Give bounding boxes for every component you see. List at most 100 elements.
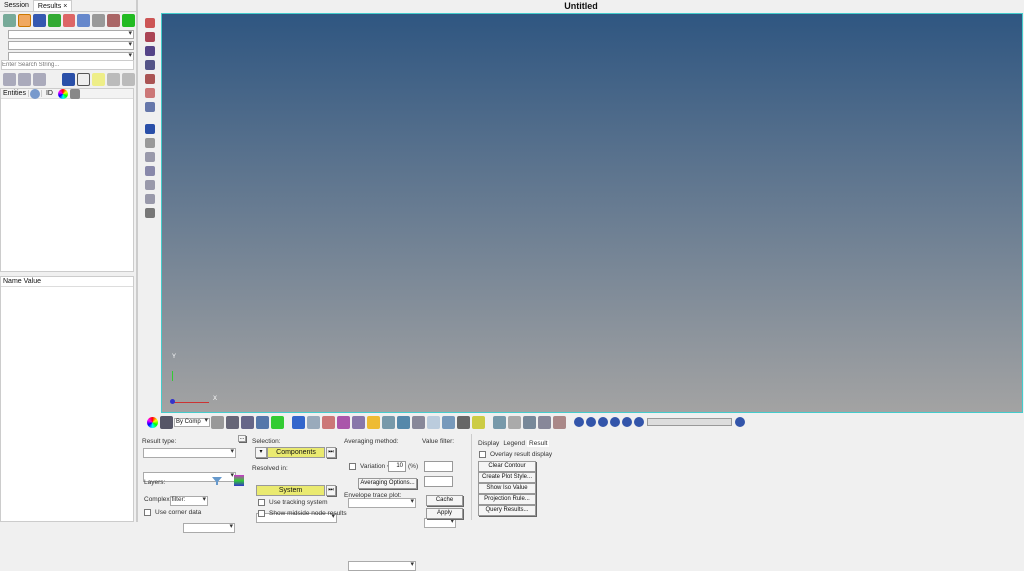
previous-frame-icon[interactable] (598, 417, 608, 427)
variation-checkbox[interactable]: Variation < (349, 463, 391, 470)
checkbox[interactable] (349, 463, 356, 470)
overlay-result-checkbox[interactable]: Overlay result display (479, 451, 552, 458)
mesh-icon[interactable] (211, 416, 224, 429)
animation-settings-icon[interactable] (735, 417, 745, 427)
overlay-icon[interactable] (538, 416, 551, 429)
checkbox[interactable] (258, 499, 265, 506)
value-filter-max[interactable] (424, 476, 453, 487)
column-entities[interactable]: Entities (1, 90, 29, 97)
color-icon[interactable] (58, 89, 68, 99)
component-icon[interactable] (122, 14, 135, 27)
cube-icon[interactable] (70, 89, 80, 99)
measure-icon[interactable] (442, 416, 455, 429)
cursor-icon[interactable] (77, 73, 90, 86)
view-right-icon[interactable] (145, 60, 155, 70)
group-icon[interactable] (107, 14, 120, 27)
import-icon[interactable] (48, 14, 61, 27)
animation-mode-icon[interactable] (574, 417, 584, 427)
show-midside-checkbox[interactable]: Show midside node results (258, 510, 347, 517)
section-cut-icon[interactable] (523, 416, 536, 429)
path-icon[interactable] (472, 416, 485, 429)
show-iso-value-button[interactable]: Show Iso Value (478, 483, 536, 494)
use-tracking-checkbox[interactable]: Use tracking system (258, 499, 328, 506)
streamline-icon[interactable] (397, 416, 410, 429)
graphics-viewport[interactable]: Y X (161, 13, 1023, 413)
by-comp-select[interactable]: By Comp (174, 418, 210, 427)
complex-filter-select[interactable] (183, 523, 235, 533)
network-icon[interactable] (77, 14, 90, 27)
components-next-button[interactable]: ⏭ (326, 447, 336, 458)
tab-session[interactable]: Session (0, 0, 33, 11)
chart-icon[interactable] (553, 416, 566, 429)
layer-icon[interactable] (33, 14, 46, 27)
apply-button[interactable]: Apply (426, 508, 463, 519)
hide-selected-icon[interactable] (145, 166, 155, 176)
load-model-icon[interactable] (3, 14, 16, 27)
next-frame-icon[interactable] (622, 417, 632, 427)
display-icon[interactable] (62, 73, 75, 86)
info-icon[interactable] (30, 89, 40, 99)
select-icon[interactable] (18, 14, 31, 27)
search-input[interactable] (1, 60, 134, 70)
value-filter-min[interactable] (424, 461, 453, 472)
components-button[interactable]: Components (267, 447, 325, 458)
layers-icon[interactable] (234, 475, 244, 486)
monitor-icon[interactable] (145, 102, 155, 112)
first-frame-icon[interactable] (586, 417, 596, 427)
mirror-icon[interactable] (256, 416, 269, 429)
averaging-method-select[interactable] (348, 498, 416, 508)
view-front-icon[interactable] (145, 18, 155, 28)
tree-icon[interactable] (33, 73, 46, 86)
tensor-icon[interactable] (337, 416, 350, 429)
cache-button[interactable]: Cache (426, 495, 463, 506)
query-results-button[interactable]: Query Results... (478, 505, 536, 516)
averaging-options-button[interactable]: Averaging Options... (358, 478, 417, 489)
deformed-icon[interactable] (352, 416, 365, 429)
highlight-icon[interactable] (92, 73, 105, 86)
result-type-select[interactable] (143, 448, 236, 458)
query-icon[interactable] (493, 416, 506, 429)
view-left-icon[interactable] (145, 46, 155, 56)
iso-icon[interactable] (382, 416, 395, 429)
system-button[interactable]: System (256, 485, 325, 496)
tab-display[interactable]: Display (476, 440, 501, 447)
view-back-icon[interactable] (145, 32, 155, 42)
view-top-icon[interactable] (145, 74, 155, 84)
use-corner-data-checkbox[interactable]: Use corner data (144, 509, 201, 516)
system-next-button[interactable]: ⏭ (326, 485, 336, 496)
envelope-trace-select[interactable] (348, 561, 416, 571)
close-icon[interactable]: × (63, 3, 67, 10)
checkbox[interactable] (479, 451, 486, 458)
contour-icon[interactable] (147, 417, 158, 428)
vector-icon[interactable] (322, 416, 335, 429)
result-type-browse-button[interactable]: ... (238, 435, 246, 442)
transform-icon[interactable] (457, 416, 470, 429)
filter-combo-1[interactable] (8, 30, 134, 39)
harp-icon[interactable] (412, 416, 425, 429)
isolate-icon[interactable] (145, 180, 155, 190)
contour-plot-icon[interactable] (292, 416, 305, 429)
show-all-icon[interactable] (145, 138, 155, 148)
reverse-icon[interactable] (145, 194, 155, 204)
clear-contour-button[interactable]: Clear Contour (478, 461, 536, 472)
column-id[interactable]: ID (41, 90, 57, 97)
contour-icon[interactable] (63, 14, 76, 27)
variation-input[interactable]: 10 (388, 461, 406, 472)
solid-icon[interactable] (226, 416, 239, 429)
value-filter-select[interactable] (424, 518, 456, 528)
last-frame-icon[interactable] (634, 417, 644, 427)
view-iso-icon[interactable] (145, 88, 155, 98)
collapse-icon[interactable] (18, 73, 31, 86)
selection-dropdown-button[interactable]: ▾ (255, 447, 267, 458)
checkbox[interactable] (144, 509, 151, 516)
marker-icon[interactable] (367, 416, 380, 429)
show-selected-icon[interactable] (145, 152, 155, 162)
tab-result[interactable]: Result (527, 440, 549, 447)
legend-icon[interactable] (307, 416, 320, 429)
section-icon[interactable] (145, 208, 155, 218)
display-mode-icon[interactable] (145, 124, 155, 134)
show-icon[interactable] (107, 73, 120, 86)
filter-combo-2[interactable] (8, 41, 134, 50)
animation-slider[interactable] (647, 418, 732, 426)
tab-legend[interactable]: Legend (501, 440, 527, 447)
